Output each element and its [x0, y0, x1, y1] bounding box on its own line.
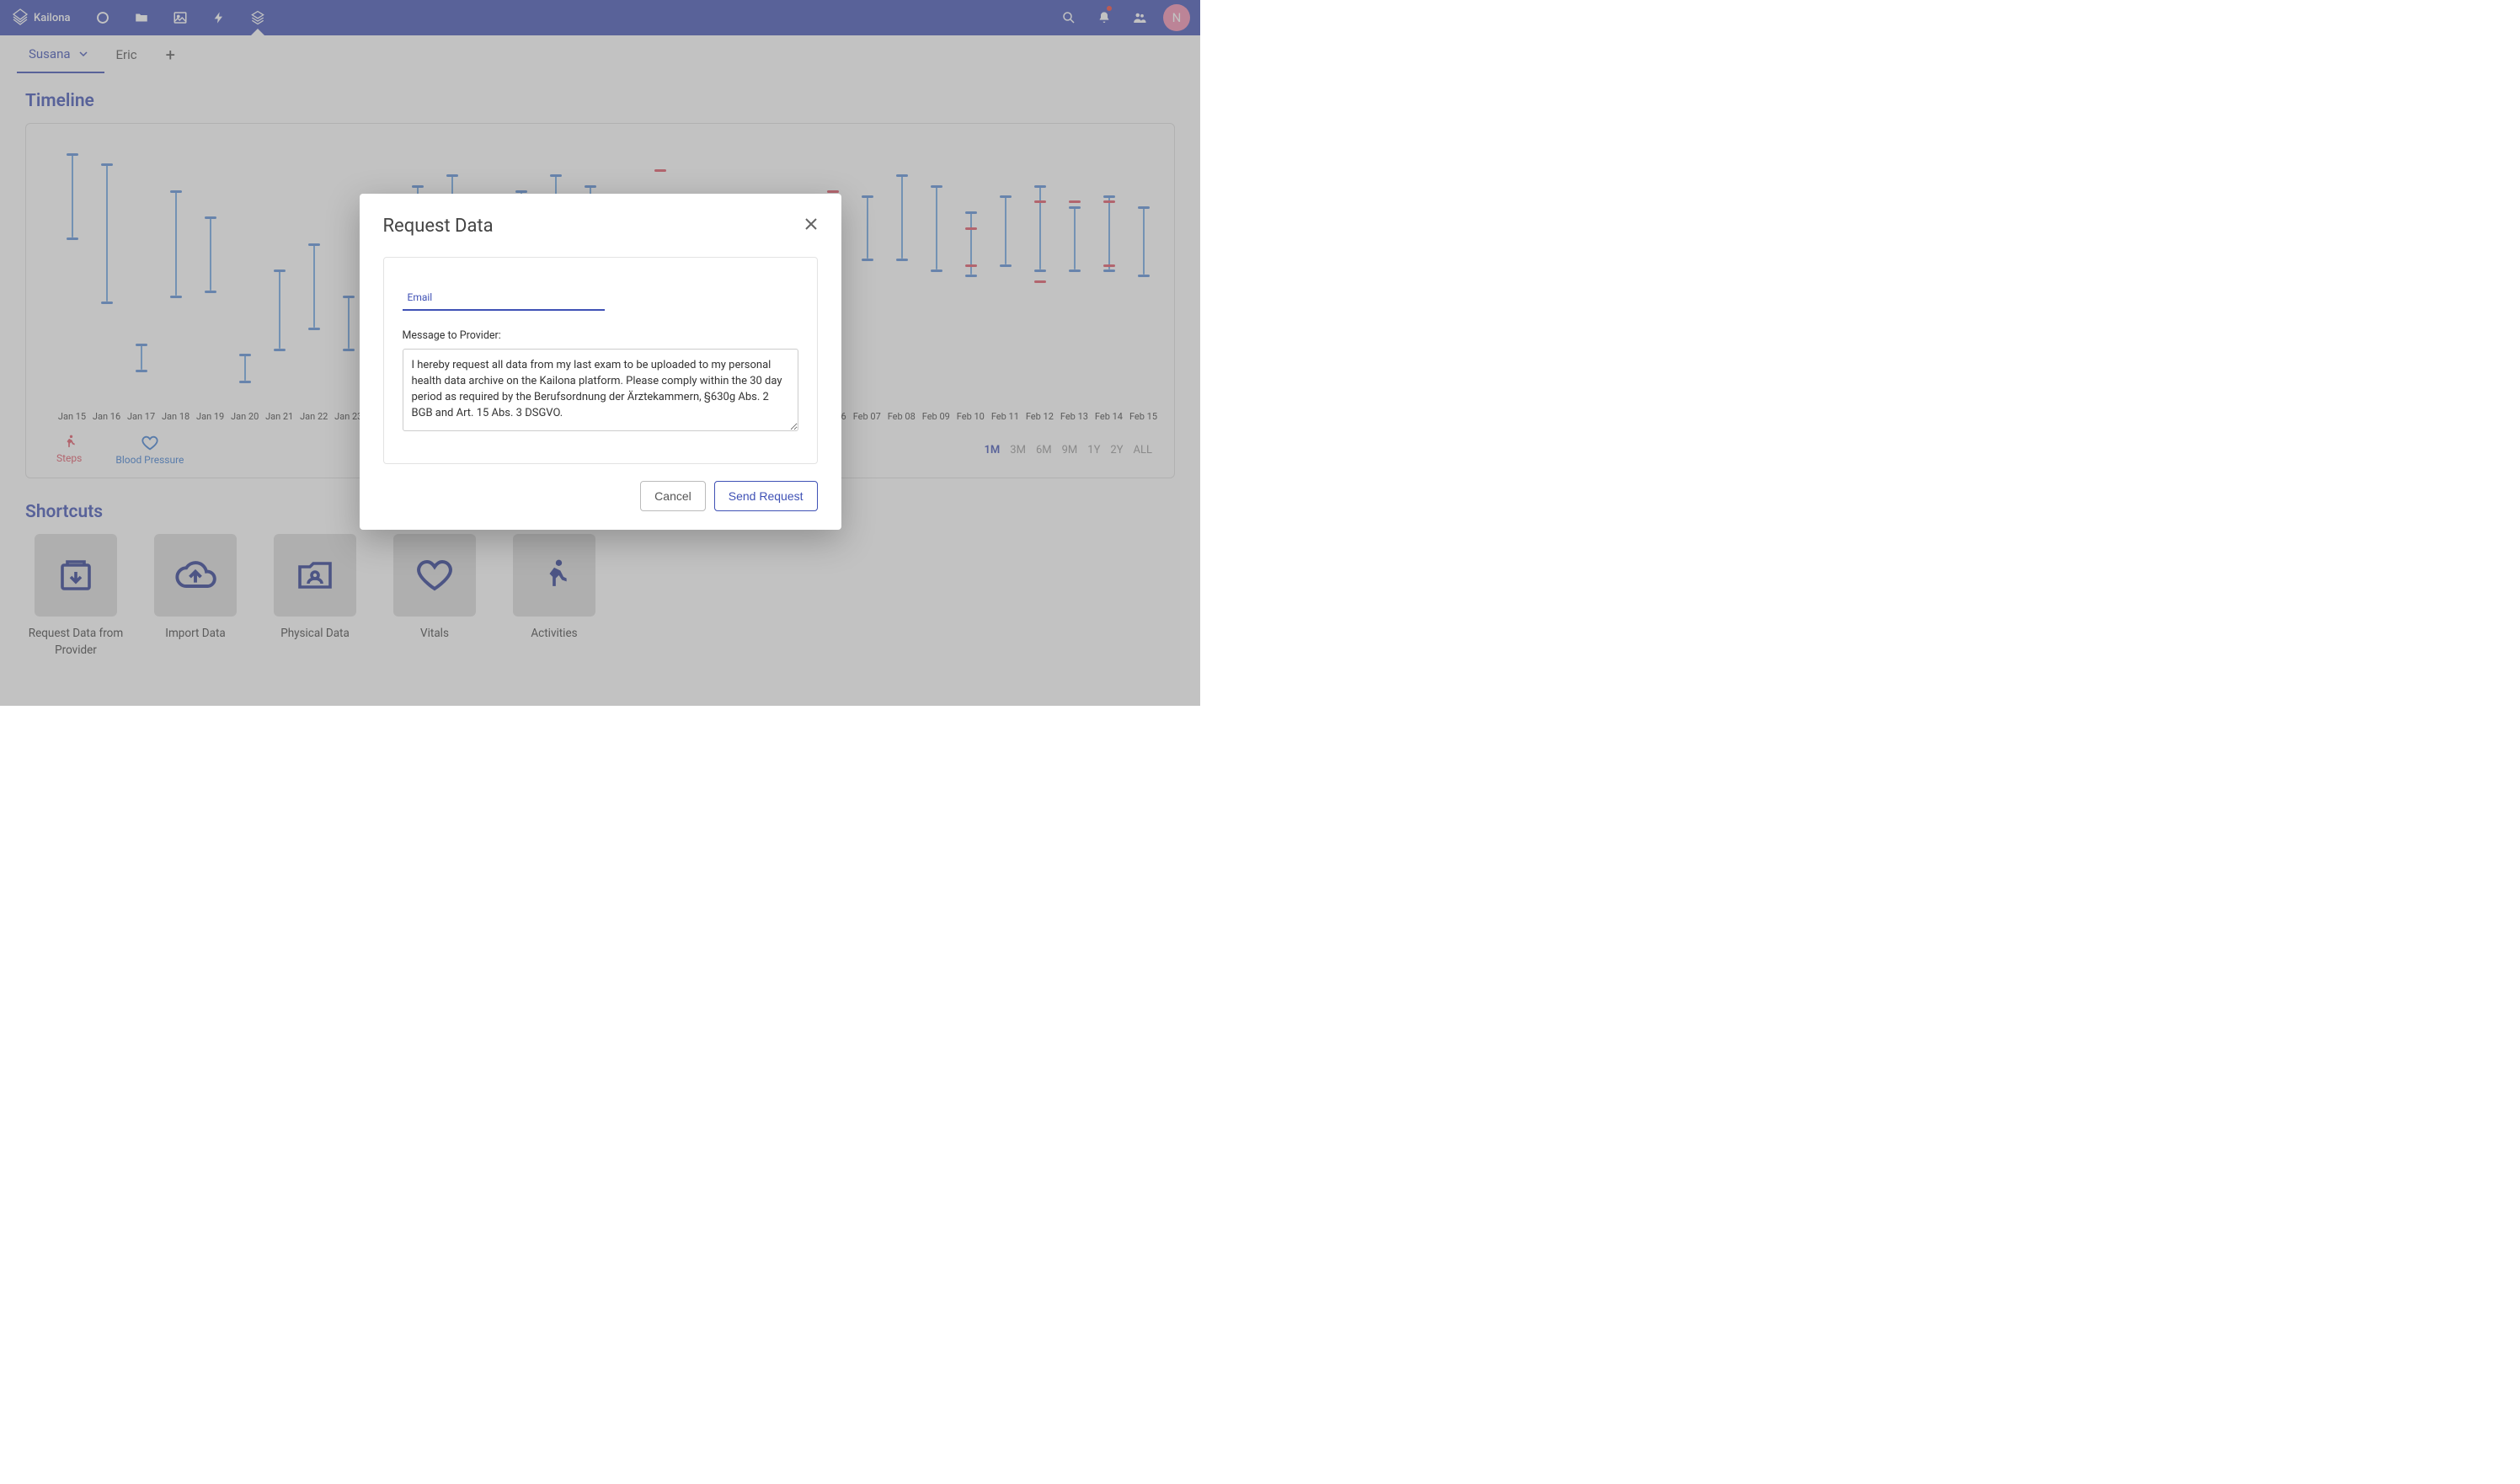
close-icon[interactable]: [804, 217, 818, 235]
email-input[interactable]: [403, 281, 605, 311]
message-label: Message to Provider:: [403, 329, 798, 342]
dialog-actions: Cancel Send Request: [383, 481, 818, 511]
message-textarea[interactable]: [403, 349, 798, 431]
dialog-body: Email Message to Provider:: [383, 257, 818, 464]
send-request-button[interactable]: Send Request: [714, 481, 818, 511]
modal-overlay: Request Data Email Message to Provider: …: [0, 0, 1200, 706]
cancel-button[interactable]: Cancel: [640, 481, 706, 511]
dialog-title: Request Data: [383, 216, 494, 237]
request-data-dialog: Request Data Email Message to Provider: …: [360, 194, 841, 530]
